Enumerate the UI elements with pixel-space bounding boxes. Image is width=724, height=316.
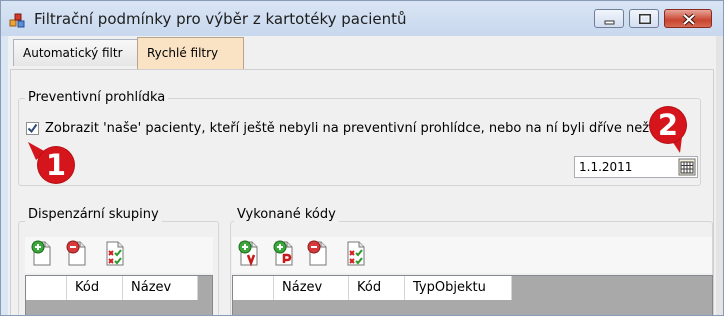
tab-strip: Automatický filtr Rychlé filtry (8, 36, 723, 70)
check-document-icon[interactable] (345, 239, 367, 267)
column-label: Název (282, 280, 323, 295)
vykonane-grid[interactable]: Název Kód TypObjektu (232, 275, 713, 315)
column-header-nazev[interactable]: Název (274, 276, 349, 300)
calendar-icon[interactable] (678, 158, 696, 176)
remove-document-icon[interactable] (306, 239, 328, 267)
maximize-button[interactable] (629, 9, 659, 28)
minimize-button[interactable] (594, 9, 624, 28)
vykonane-group-title: Vykonané kódy (234, 207, 339, 222)
column-label: Kód (357, 280, 382, 295)
remove-document-icon[interactable] (65, 239, 87, 267)
close-button[interactable] (664, 9, 712, 28)
window-title: Filtrační podmínky pro výběr z kartotéky… (34, 10, 407, 28)
date-value: 1.1.2011 (579, 160, 633, 174)
column-label: Kód (75, 280, 100, 295)
check-document-icon[interactable] (104, 239, 126, 267)
add-p-document-icon[interactable] (272, 239, 294, 267)
vykonane-toolbar (232, 237, 712, 273)
preventive-checkbox-label[interactable]: Zobrazit 'naše' pacienty, kteří ještě ne… (45, 121, 654, 136)
vertical-scrollbar[interactable] (716, 36, 723, 315)
column-header-kod[interactable]: Kód (67, 276, 123, 300)
dialog-window: Filtrační podmínky pro výběr z kartotéky… (0, 0, 724, 316)
preventive-checkbox[interactable] (26, 122, 39, 135)
column-header-nazev[interactable]: Název (123, 276, 198, 300)
preventive-group-title: Preventivní prohlídka (25, 90, 169, 105)
column-label: Název (131, 280, 172, 295)
callout-marker-2: 2 (650, 107, 686, 143)
dispenzarni-grid[interactable]: Kód Název (25, 275, 213, 315)
check-icon (27, 123, 38, 134)
dispenzarni-grid-header: Kód Název (26, 276, 198, 300)
column-label: TypObjektu (413, 280, 486, 295)
tab-label: Rychlé filtry (147, 46, 219, 60)
minimize-icon (604, 20, 615, 25)
column-header-typobjektu[interactable]: TypObjektu (405, 276, 512, 300)
column-header-kod[interactable]: Kód (349, 276, 405, 300)
dispenzarni-group-title: Dispenzární skupiny (25, 207, 162, 222)
close-icon (682, 13, 696, 26)
tab-rychle-filtry[interactable]: Rychlé filtry (137, 37, 244, 70)
title-bar[interactable]: Filtrační podmínky pro výběr z kartotéky… (1, 1, 723, 36)
grid-row-header (233, 276, 274, 300)
tab-automaticky-filtr[interactable]: Automatický filtr (13, 39, 138, 66)
add-document-icon[interactable] (30, 239, 52, 267)
maximize-icon (639, 14, 651, 24)
callout-marker-1: 1 (38, 147, 74, 183)
grid-row-header (26, 276, 67, 300)
tab-label: Automatický filtr (23, 46, 123, 60)
vykonane-grid-header: Název Kód TypObjektu (233, 276, 512, 300)
add-v-document-icon[interactable] (237, 239, 259, 267)
app-icon (9, 13, 25, 28)
